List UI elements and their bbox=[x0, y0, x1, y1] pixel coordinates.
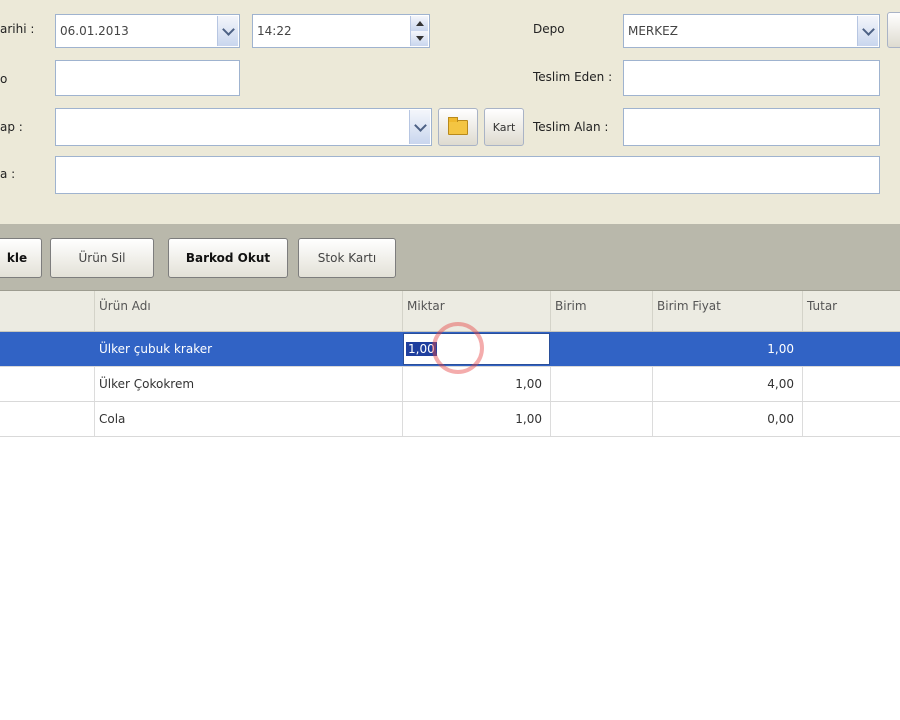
arrow-down-icon bbox=[415, 36, 424, 41]
time-field[interactable]: 14:22 bbox=[252, 14, 430, 48]
date-picker[interactable]: 06.01.2013 bbox=[55, 14, 240, 48]
row3-select[interactable] bbox=[55, 108, 432, 146]
depo-label: Depo bbox=[533, 22, 565, 36]
table-row[interactable]: Cola 1,00 0,00 bbox=[0, 402, 900, 437]
cell-unit[interactable] bbox=[551, 367, 653, 401]
cell-product-name[interactable]: Cola bbox=[95, 402, 403, 436]
chevron-down-icon bbox=[221, 22, 235, 36]
teslim-alan-label: Teslim Alan : bbox=[533, 120, 609, 134]
row-indicator bbox=[0, 332, 95, 366]
time-spinner[interactable] bbox=[410, 16, 428, 46]
remove-product-button[interactable]: Ürün Sil bbox=[50, 238, 154, 278]
spin-up-button[interactable] bbox=[410, 16, 428, 31]
row-indicator bbox=[0, 367, 95, 401]
cell-total[interactable] bbox=[803, 402, 900, 436]
header-total[interactable]: Tutar bbox=[803, 291, 900, 331]
row3-dropdown-button[interactable] bbox=[409, 110, 430, 144]
cell-total[interactable] bbox=[803, 332, 900, 366]
grid-header: Ürün Adı Miktar Birim Birim Fiyat Tutar bbox=[0, 291, 900, 332]
depo-select[interactable]: MERKEZ bbox=[623, 14, 880, 48]
row3-label: ap : bbox=[0, 120, 23, 134]
header-quantity[interactable]: Miktar bbox=[403, 291, 551, 331]
cell-total[interactable] bbox=[803, 367, 900, 401]
depo-browse-button[interactable] bbox=[887, 12, 900, 48]
date-label: arihi : bbox=[0, 22, 35, 36]
grid-toolbar: kle Ürün Sil Barkod Okut Stok Kartı bbox=[0, 224, 900, 291]
header-unit-price[interactable]: Birim Fiyat bbox=[653, 291, 803, 331]
row4-label: a : bbox=[0, 167, 16, 181]
time-value: 14:22 bbox=[257, 24, 292, 38]
row2-label: o bbox=[0, 72, 8, 86]
table-row[interactable]: Ülker çubuk kraker 1,00 1,00 bbox=[0, 332, 900, 367]
cell-quantity[interactable]: 1,00 bbox=[403, 367, 551, 401]
date-value: 06.01.2013 bbox=[60, 24, 129, 38]
chevron-down-icon bbox=[413, 118, 427, 132]
stock-card-button[interactable]: Stok Kartı bbox=[298, 238, 396, 278]
cell-unit[interactable] bbox=[551, 402, 653, 436]
kart-button[interactable]: Kart bbox=[484, 108, 524, 146]
folder-icon bbox=[448, 116, 468, 135]
row2-input[interactable] bbox=[55, 60, 240, 96]
cell-unit[interactable] bbox=[551, 332, 653, 366]
cell-unit-price[interactable]: 1,00 bbox=[653, 332, 803, 366]
depo-dropdown-button[interactable] bbox=[857, 16, 878, 46]
cell-quantity[interactable]: 1,00 bbox=[403, 402, 551, 436]
header-unit[interactable]: Birim bbox=[551, 291, 653, 331]
quantity-edit-value: 1,00 bbox=[406, 342, 437, 356]
barcode-read-button[interactable]: Barkod Okut bbox=[168, 238, 288, 278]
add-product-label: kle bbox=[6, 251, 28, 265]
arrow-up-icon bbox=[415, 21, 424, 26]
header-indicator bbox=[0, 291, 95, 331]
kart-button-label: Kart bbox=[492, 120, 516, 134]
spin-down-button[interactable] bbox=[410, 31, 428, 46]
remove-product-label: Ürün Sil bbox=[78, 251, 126, 265]
product-grid: Ürün Adı Miktar Birim Birim Fiyat Tutar … bbox=[0, 291, 900, 437]
chevron-down-icon bbox=[861, 22, 875, 36]
date-dropdown-button[interactable] bbox=[217, 16, 238, 46]
header-form: arihi : 06.01.2013 14:22 Depo MERKEZ o T… bbox=[0, 0, 900, 225]
row4-input[interactable] bbox=[55, 156, 880, 194]
cell-product-name[interactable]: Ülker çubuk kraker bbox=[95, 332, 403, 366]
quantity-editor[interactable]: 1,00 bbox=[403, 333, 550, 365]
barcode-read-label: Barkod Okut bbox=[185, 251, 271, 265]
row-indicator bbox=[0, 402, 95, 436]
open-folder-button[interactable] bbox=[438, 108, 478, 146]
cell-product-name[interactable]: Ülker Çokokrem bbox=[95, 367, 403, 401]
add-product-button[interactable]: kle bbox=[0, 238, 42, 278]
cell-unit-price[interactable]: 0,00 bbox=[653, 402, 803, 436]
teslim-eden-input[interactable] bbox=[623, 60, 880, 96]
depo-value: MERKEZ bbox=[628, 24, 678, 38]
header-product-name[interactable]: Ürün Adı bbox=[95, 291, 403, 331]
teslim-alan-input[interactable] bbox=[623, 108, 880, 146]
cell-unit-price[interactable]: 4,00 bbox=[653, 367, 803, 401]
teslim-eden-label: Teslim Eden : bbox=[533, 70, 613, 84]
table-row[interactable]: Ülker Çokokrem 1,00 4,00 bbox=[0, 367, 900, 402]
stock-card-label: Stok Kartı bbox=[317, 251, 377, 265]
